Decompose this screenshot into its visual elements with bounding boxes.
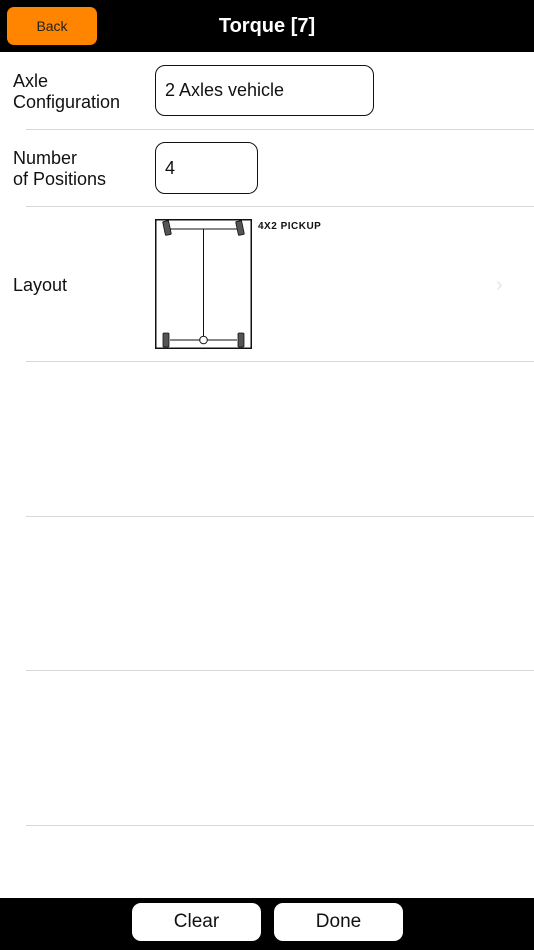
- vehicle-layout-diagram[interactable]: [155, 219, 252, 349]
- divider: [26, 361, 534, 362]
- axle-configuration-label: Axle Configuration: [13, 71, 120, 113]
- divider: [26, 516, 534, 517]
- tire-rear-left[interactable]: [162, 332, 170, 348]
- done-button[interactable]: Done: [274, 903, 403, 941]
- axle-configuration-field[interactable]: 2 Axles vehicle: [155, 65, 374, 116]
- back-button[interactable]: Back: [7, 7, 97, 45]
- layout-label: Layout: [13, 275, 68, 295]
- top-bar: Back Torque [7]: [0, 0, 534, 52]
- axle-configuration-label-line1: Axle: [13, 71, 49, 91]
- positions-label-line1: Number: [13, 148, 78, 168]
- clear-button[interactable]: Clear: [132, 903, 261, 941]
- positions-field[interactable]: 4: [155, 142, 258, 194]
- layout-caption: 4X2 PICKUP: [258, 221, 322, 232]
- positions-label-line2: of Positions: [13, 169, 107, 189]
- divider: [26, 825, 534, 826]
- bottom-bar: Clear Done: [0, 898, 534, 950]
- positions-row: Number of Positions: [0, 130, 534, 206]
- chevron-right-icon[interactable]: ›: [496, 274, 503, 297]
- axle-configuration-label-line2: Configuration: [13, 92, 121, 112]
- positions-label: Number of Positions: [13, 148, 106, 190]
- tire-rear-right[interactable]: [237, 332, 245, 348]
- divider: [26, 670, 534, 671]
